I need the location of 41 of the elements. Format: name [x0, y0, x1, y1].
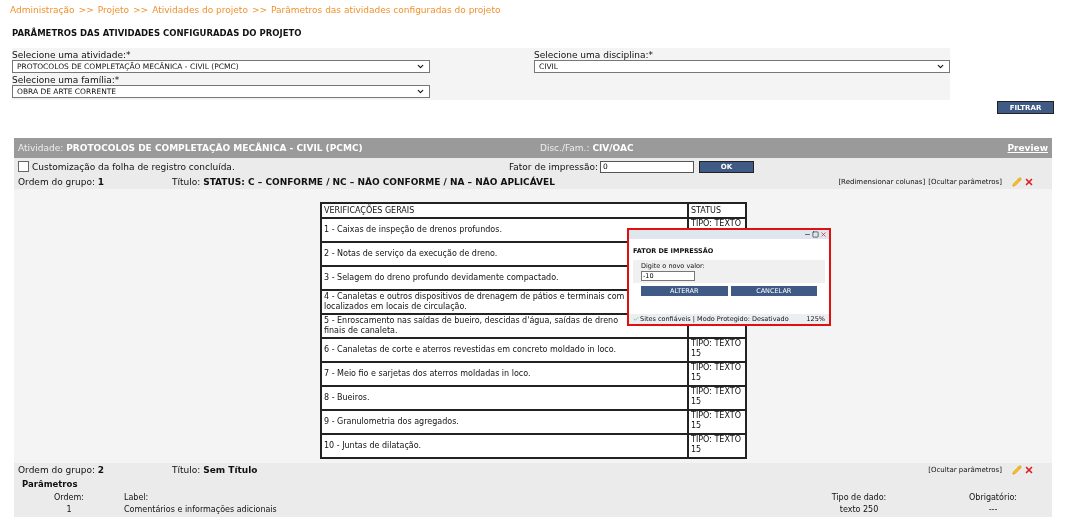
group-title: Título: STATUS: C – CONFORME / NC – NÃO CONFORME / NA – NÃO APLICÁVEL — [172, 177, 556, 187]
table-header: VERIFICAÇÕES GERAIS — [321, 203, 688, 218]
table-header: STATUS — [688, 203, 746, 218]
chevron-down-icon — [416, 62, 425, 71]
column-header: Ordem: — [53, 493, 85, 502]
column-header: Label: — [124, 493, 150, 502]
delete-icon[interactable] — [1024, 177, 1034, 187]
group-order: Ordem do grupo: 2 — [18, 465, 106, 475]
table-cell: 10 - Juntas de dilatação. — [321, 434, 688, 458]
table-cell-text: Comentários e informações adicionais — [124, 505, 278, 514]
field-label: Selecione uma atividade:* — [12, 50, 132, 60]
activity-name: Atividade: PROTOCOLOS DE COMPLETAÇÃO MECÂNICA - CIVIL (PCMC) — [18, 143, 364, 153]
column-header: Obrigatório: — [968, 493, 1018, 502]
parameters-title: Parâmetros — [21, 478, 79, 489]
chevron-down-icon — [936, 62, 945, 71]
field-label: Selecione uma família:* — [12, 75, 121, 85]
close-icon[interactable] — [820, 231, 827, 238]
checkbox-label: Customização da folha de registro concluída. — [32, 161, 235, 172]
table-cell-text: texto 250 — [838, 505, 880, 514]
column-header: Tipo de dado: — [830, 493, 888, 502]
checkbox[interactable] — [18, 161, 29, 172]
table-cell: 7 - Meio fio e sarjetas dos aterros moldadas in loco. — [321, 362, 688, 386]
table-cell-text: 1 — [65, 505, 73, 514]
group-order: Ordem do grupo: 1 — [18, 177, 106, 187]
breadcrumb-separator: >> — [251, 5, 267, 15]
group-title: Título: Sem Título — [172, 465, 259, 475]
field-label: Selecione uma disciplina:* — [534, 50, 654, 60]
page-title: PARÂMETROS DAS ATIVIDADES CONFIGURADAS DO PROJETO — [12, 28, 303, 38]
table-cell: 9 - Granulometria dos agregados. — [321, 410, 688, 434]
chevron-down-icon — [416, 87, 425, 96]
breadcrumb-separator: >> — [133, 5, 149, 15]
minimize-icon[interactable] — [804, 231, 811, 238]
maximize-icon[interactable] — [812, 231, 819, 238]
table-cell: 6 - Canaletas de corte e aterros revestidas em concreto moldado in loco. — [321, 338, 688, 362]
table-cell-text: --- — [987, 505, 999, 514]
discipline-family: Disc./Fam.: CIV/OAC — [540, 143, 635, 153]
delete-icon[interactable] — [1024, 465, 1034, 475]
check-icon — [633, 316, 639, 322]
print-factor-label: Fator de impressão: — [508, 161, 598, 172]
breadcrumb-separator: >> — [78, 5, 94, 15]
table-cell: 8 - Bueiros. — [321, 386, 688, 410]
